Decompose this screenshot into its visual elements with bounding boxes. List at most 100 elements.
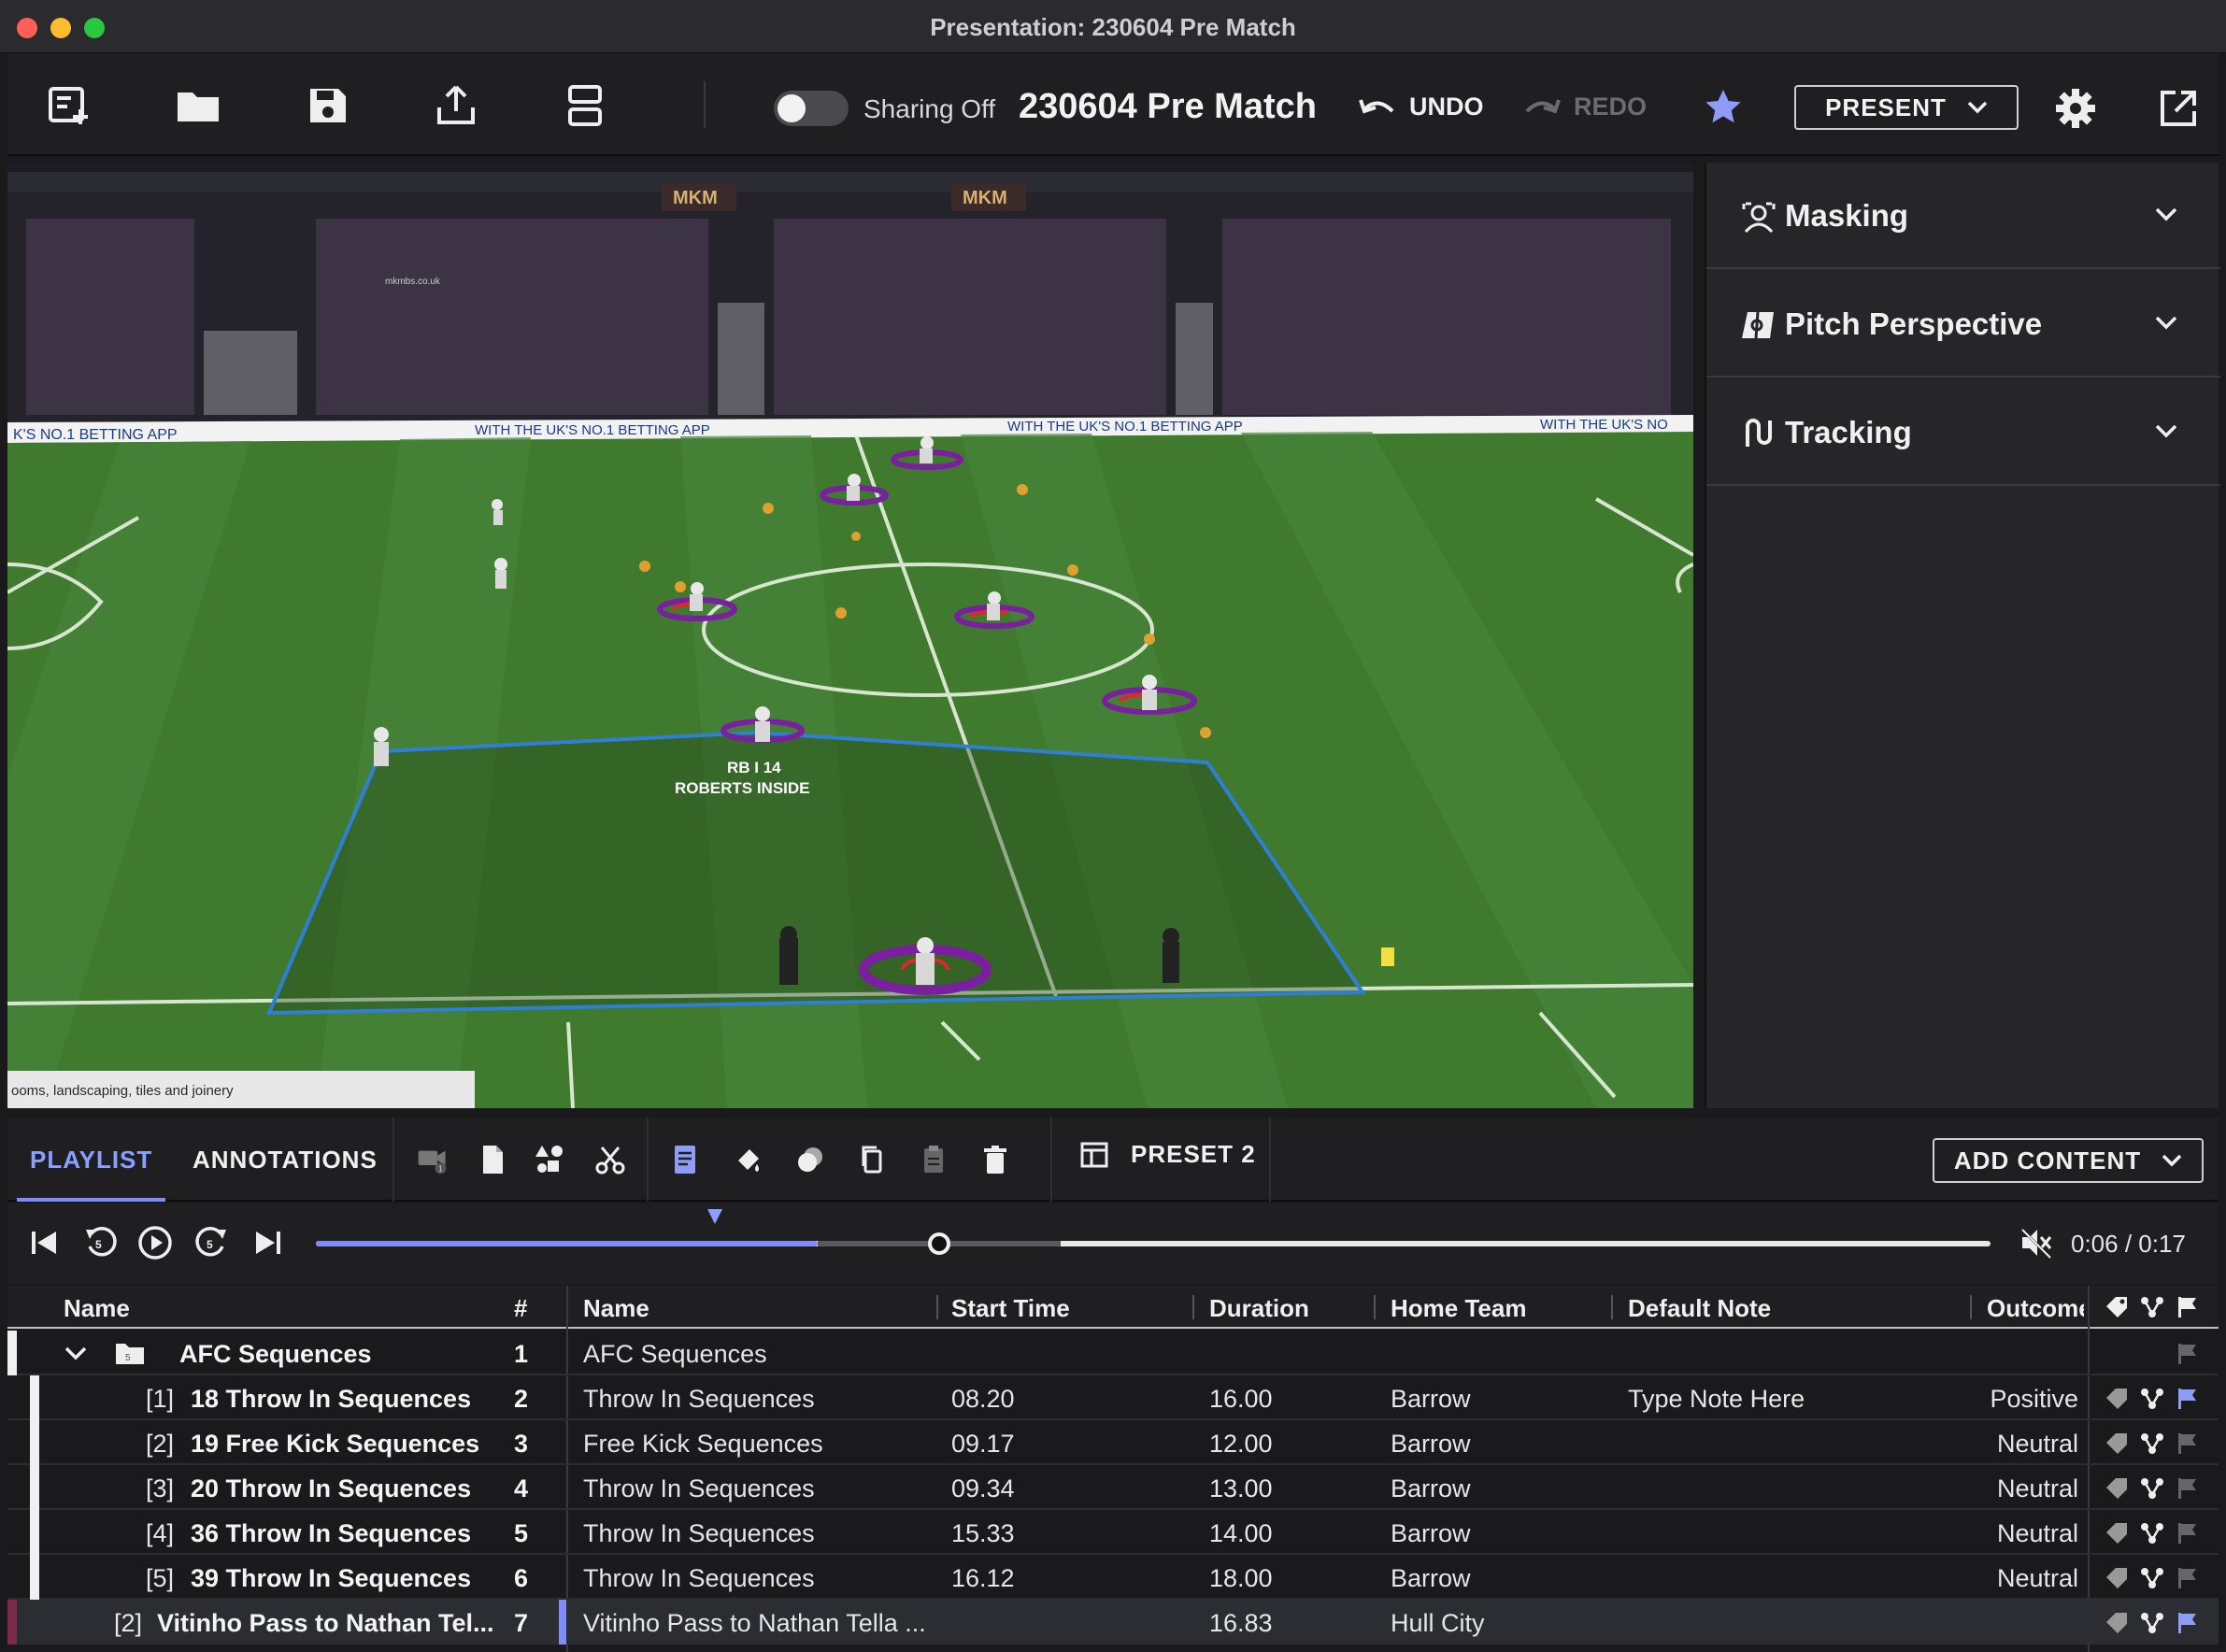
pitch-perspective-section[interactable]: Pitch Perspective [1706, 271, 2220, 377]
col-home-team[interactable]: Home Team [1391, 1294, 1526, 1323]
row-home-team: Barrow [1391, 1385, 1471, 1413]
paste-icon[interactable] [918, 1144, 949, 1175]
col-duration[interactable]: Duration [1209, 1294, 1309, 1323]
rewind-5-icon[interactable]: 5 [82, 1224, 120, 1261]
row-number: 3 [514, 1430, 529, 1458]
shapes-icon[interactable] [535, 1144, 566, 1175]
trash-icon[interactable] [979, 1144, 1011, 1175]
col-number[interactable]: # [514, 1294, 527, 1323]
tag-icon[interactable] [2105, 1387, 2129, 1411]
clip-marker[interactable] [707, 1209, 722, 1224]
table-row[interactable]: [5] 39 Throw In Sequences 6 Throw In Sequen… [7, 1555, 2219, 1600]
clip-count-badge: 1 [438, 1164, 443, 1174]
tag-icon[interactable] [2105, 1521, 2129, 1545]
video-frame[interactable]: MKM MKM mkmbs.co.uk K'S NO.1 BETTING APP… [7, 163, 1693, 1108]
flag-icon[interactable] [2176, 1295, 2200, 1319]
tag-icon[interactable] [2105, 1476, 2129, 1501]
save-icon[interactable] [303, 81, 351, 130]
flag-icon[interactable] [2176, 1566, 2200, 1590]
presentation-name[interactable]: 230604 Pre Match [1019, 87, 1317, 127]
flag-icon[interactable] [2176, 1431, 2200, 1456]
tracking-icon [1746, 419, 1772, 447]
new-slide-icon[interactable] [45, 81, 93, 130]
col-outcome[interactable]: Outcome [1987, 1294, 2084, 1323]
skip-start-icon[interactable] [26, 1224, 64, 1261]
col-name[interactable]: Name [64, 1294, 130, 1323]
present-button[interactable]: PRESENT [1794, 85, 2019, 130]
mute-icon[interactable] [2019, 1226, 2052, 1260]
document-icon[interactable] [477, 1144, 508, 1175]
forward-5-icon[interactable]: 5 [193, 1224, 230, 1261]
table-row[interactable]: [1] 18 Throw In Sequences 2 Throw In Sequen… [7, 1375, 2219, 1420]
seek-handle[interactable] [928, 1232, 950, 1255]
stand-banner-1: MKM [673, 188, 718, 208]
row-outcome[interactable]: Positive [1990, 1385, 2078, 1414]
gear-icon[interactable] [2054, 87, 2097, 130]
row-outcome[interactable]: Neutral [1997, 1564, 2078, 1593]
row-start-time: 09.34 [951, 1474, 1015, 1502]
row-number: 6 [514, 1564, 529, 1592]
share-nodes-icon[interactable] [2140, 1611, 2164, 1635]
row-clip-name: Throw In Sequences [583, 1519, 815, 1547]
transport-bar: 5 5 0:06 / 0:17 [7, 1203, 2219, 1284]
row-outcome[interactable]: Neutral [1997, 1430, 2078, 1459]
share-nodes-icon[interactable] [2140, 1295, 2164, 1319]
masking-section[interactable]: Masking [1706, 163, 2220, 269]
share-nodes-icon[interactable] [2140, 1476, 2164, 1501]
folder-count-badge: 5 [125, 1353, 131, 1363]
table-row-selected[interactable]: [2] Vitinho Pass to Nathan Tel... 7 Viti… [7, 1600, 2219, 1645]
tag-icon[interactable] [2105, 1431, 2129, 1456]
skip-end-icon[interactable] [249, 1224, 286, 1261]
tag-icon[interactable] [2105, 1295, 2129, 1319]
copy-icon[interactable] [856, 1144, 888, 1175]
undo-label: UNDO [1409, 93, 1484, 121]
row-outcome[interactable]: Neutral [1997, 1474, 2078, 1503]
redo-button[interactable]: REDO [1523, 93, 1647, 121]
seek-bar[interactable] [316, 1209, 1991, 1255]
col-divider [1374, 1295, 1376, 1319]
share-nodes-icon[interactable] [2140, 1521, 2164, 1545]
fill-icon[interactable] [733, 1144, 764, 1175]
row-start-time: 08.20 [951, 1385, 1015, 1413]
export-icon[interactable] [432, 81, 480, 130]
play-icon[interactable] [136, 1224, 174, 1261]
chevron-down-icon[interactable] [64, 1346, 88, 1362]
flag-icon[interactable] [2176, 1387, 2200, 1411]
flag-icon[interactable] [2176, 1476, 2200, 1501]
notes-icon[interactable] [669, 1144, 701, 1175]
flag-icon[interactable] [2176, 1521, 2200, 1545]
flag-icon[interactable] [2176, 1611, 2200, 1635]
clip-camera-icon[interactable]: 1 [417, 1144, 449, 1175]
tag-icon[interactable] [2105, 1566, 2129, 1590]
share-nodes-icon[interactable] [2140, 1431, 2164, 1456]
row-duration: 16.83 [1209, 1609, 1273, 1637]
tag-icon[interactable] [2105, 1611, 2129, 1635]
share-nodes-icon[interactable] [2140, 1566, 2164, 1590]
overlap-circles-icon[interactable] [794, 1144, 826, 1175]
table-row[interactable]: [4] 36 Throw In Sequences 5 Throw In Sequen… [7, 1510, 2219, 1555]
share-nodes-icon[interactable] [2140, 1387, 2164, 1411]
table-row[interactable]: [3] 20 Throw In Sequences 4 Throw In Sequen… [7, 1465, 2219, 1510]
table-row-group[interactable]: 5 AFC Sequences 1 AFC Sequences [7, 1331, 2219, 1375]
tracking-section[interactable]: Tracking [1706, 379, 2220, 486]
col-default-note[interactable]: Default Note [1628, 1294, 1771, 1323]
row-outcome[interactable]: Neutral [1997, 1519, 2078, 1548]
flag-icon[interactable] [2176, 1342, 2200, 1366]
sharing-toggle[interactable] [774, 91, 849, 126]
table-row[interactable]: [2] 19 Free Kick Sequences 3 Free Kick Sequ… [7, 1420, 2219, 1465]
ad-board-left: K'S NO.1 BETTING APP [13, 427, 178, 443]
row-default-note[interactable]: Type Note Here [1628, 1385, 1805, 1414]
col-start-time[interactable]: Start Time [951, 1294, 1070, 1323]
scissors-icon[interactable] [594, 1144, 626, 1175]
star-icon[interactable] [1703, 87, 1744, 128]
popout-icon[interactable] [2157, 87, 2200, 130]
add-content-button[interactable]: ADD CONTENT [1933, 1138, 2204, 1183]
tab-playlist[interactable]: PLAYLIST [16, 1118, 166, 1202]
folder-icon[interactable] [174, 81, 222, 130]
col-clip-name[interactable]: Name [583, 1294, 649, 1323]
table-header: Name # Name Start Time Duration Home Tea… [7, 1286, 2219, 1329]
tab-annotations[interactable]: ANNOTATIONS [193, 1118, 378, 1202]
undo-button[interactable]: UNDO [1359, 93, 1484, 121]
preset-selector[interactable]: PRESET 2 [1080, 1140, 1256, 1169]
layout-icon[interactable] [561, 81, 609, 130]
